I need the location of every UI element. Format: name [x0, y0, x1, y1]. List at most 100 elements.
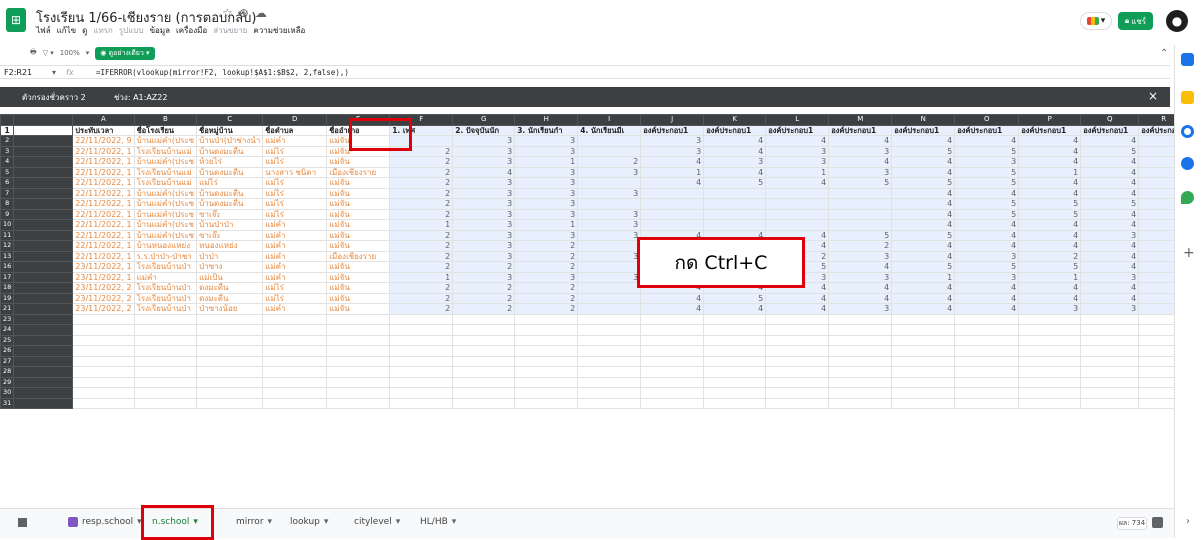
data-cell[interactable]: 4 [703, 135, 767, 147]
data-cell[interactable] [765, 208, 830, 220]
data-cell[interactable]: บ้านดงมะตื่น [196, 187, 264, 199]
row-number[interactable]: 12 [0, 240, 15, 252]
data-cell[interactable]: 3 [828, 166, 893, 178]
data-cell[interactable]: 2 [452, 282, 516, 294]
row-number[interactable]: 25 [0, 334, 15, 346]
data-cell[interactable]: โรงเรียนบ้านป่า [133, 282, 198, 294]
data-cell[interactable]: บ้านป่าป่า [196, 219, 264, 231]
empty-cell[interactable] [891, 345, 956, 357]
empty-cell[interactable] [640, 313, 705, 325]
empty-cell[interactable] [514, 376, 579, 388]
column-header[interactable]: N [891, 114, 956, 126]
data-cell[interactable]: 4 [891, 219, 956, 231]
data-cell[interactable]: 4 [1018, 135, 1082, 147]
avatar[interactable]: ● [1166, 10, 1188, 32]
data-cell[interactable]: บ้านแม่คำ(ประช [133, 208, 198, 220]
view-only-chip[interactable]: ◉ ดูอย่างเดียว ▾ [95, 46, 155, 60]
data-cell[interactable]: 5 [1080, 145, 1140, 157]
data-cell[interactable]: 4 [954, 292, 1020, 304]
empty-cell[interactable] [1080, 345, 1140, 357]
sheets-logo-icon[interactable]: ⊞ [6, 8, 26, 32]
data-cell[interactable]: 2 [389, 303, 454, 315]
data-cell[interactable]: โรงเรียนบ้านป่า [133, 261, 198, 273]
meet-button[interactable]: ▾ [1080, 12, 1112, 30]
data-cell[interactable]: 4 [1018, 219, 1082, 231]
data-cell[interactable]: แม่คำ [262, 240, 328, 252]
empty-cell[interactable] [828, 334, 893, 346]
data-cell[interactable]: บ้านแม่คำ(ประช [133, 135, 198, 147]
empty-cell[interactable] [1080, 397, 1140, 409]
column-header[interactable]: K [703, 114, 767, 126]
data-cell[interactable]: 3 [577, 208, 642, 220]
empty-cell[interactable] [72, 324, 135, 336]
data-cell[interactable]: 3 [452, 156, 516, 168]
data-cell[interactable]: 4 [1018, 292, 1082, 304]
empty-cell[interactable] [1018, 345, 1082, 357]
data-cell[interactable]: 22/11/2022, 9 [72, 135, 135, 147]
data-cell[interactable]: 1 [389, 271, 454, 283]
sheet-tab[interactable]: lookup ▾ [290, 508, 328, 536]
empty-cell[interactable] [326, 387, 391, 399]
data-cell[interactable]: แม่จัน [326, 156, 391, 168]
data-cell[interactable]: 4 [954, 282, 1020, 294]
row-number[interactable]: 31 [0, 397, 15, 409]
data-cell[interactable]: 4 [828, 135, 893, 147]
row-number[interactable]: 28 [0, 366, 15, 378]
data-cell[interactable]: 3 [765, 156, 830, 168]
data-cell[interactable]: แม่จัน [326, 187, 391, 199]
empty-cell[interactable] [640, 376, 705, 388]
data-cell[interactable]: บ้านแม่คำ(ประช [133, 187, 198, 199]
data-cell[interactable]: 2 [389, 156, 454, 168]
chevron-right-icon[interactable]: › [1186, 516, 1190, 527]
column-header[interactable]: O [954, 114, 1020, 126]
empty-cell[interactable] [72, 366, 135, 378]
empty-cell[interactable] [703, 313, 767, 325]
data-cell[interactable]: 23/11/2022, 1 [72, 261, 135, 273]
header-cell[interactable]: ชื่อโรงเรียน [133, 124, 198, 136]
empty-cell[interactable] [891, 397, 956, 409]
row-number[interactable]: 2 [0, 135, 15, 147]
empty-cell[interactable] [640, 397, 705, 409]
column-header[interactable]: A [72, 114, 135, 126]
data-cell[interactable]: 5 [1018, 261, 1082, 273]
empty-cell[interactable] [1018, 355, 1082, 367]
header-cell[interactable]: 2. ปัจจุบันนัก [452, 124, 516, 136]
data-cell[interactable]: 3 [1080, 303, 1140, 315]
data-cell[interactable]: แม่คำ [262, 303, 328, 315]
data-cell[interactable]: เมืองเชียงราย [326, 250, 391, 262]
empty-cell[interactable] [389, 345, 454, 357]
chevron-down-icon[interactable]: ▾ [52, 68, 66, 77]
data-cell[interactable]: 5 [1018, 198, 1082, 210]
data-cell[interactable]: 3 [452, 271, 516, 283]
data-cell[interactable]: 3 [452, 229, 516, 241]
empty-cell[interactable] [452, 355, 516, 367]
empty-cell[interactable] [828, 313, 893, 325]
empty-cell[interactable] [891, 366, 956, 378]
data-cell[interactable]: 5 [828, 229, 893, 241]
empty-cell[interactable] [765, 366, 830, 378]
contacts-icon[interactable] [1181, 157, 1194, 170]
data-cell[interactable]: 22/11/2022, 1 [72, 187, 135, 199]
empty-cell[interactable] [954, 397, 1020, 409]
empty-cell[interactable] [954, 366, 1020, 378]
collapse-menus-icon[interactable]: ⌃ [1160, 48, 1168, 59]
empty-cell[interactable] [514, 397, 579, 409]
data-cell[interactable]: 3 [703, 156, 767, 168]
header-cell[interactable]: ชื่อหมู่บ้าน [196, 124, 264, 136]
row-number[interactable]: 8 [0, 198, 15, 210]
data-cell[interactable]: 3 [452, 219, 516, 231]
data-cell[interactable]: 4 [1080, 208, 1140, 220]
data-cell[interactable]: 4 [891, 187, 956, 199]
data-cell[interactable]: 1 [389, 219, 454, 231]
column-header[interactable]: G [452, 114, 516, 126]
data-cell[interactable]: 4 [765, 292, 830, 304]
data-cell[interactable]: 4 [891, 303, 956, 315]
print-icon[interactable]: 🖶︎ [30, 48, 37, 59]
empty-cell[interactable] [514, 324, 579, 336]
data-cell[interactable]: 3 [514, 177, 579, 189]
data-cell[interactable]: 5 [954, 208, 1020, 220]
empty-cell[interactable] [326, 376, 391, 388]
empty-cell[interactable] [1018, 397, 1082, 409]
data-cell[interactable]: 4 [1080, 261, 1140, 273]
empty-cell[interactable] [640, 324, 705, 336]
